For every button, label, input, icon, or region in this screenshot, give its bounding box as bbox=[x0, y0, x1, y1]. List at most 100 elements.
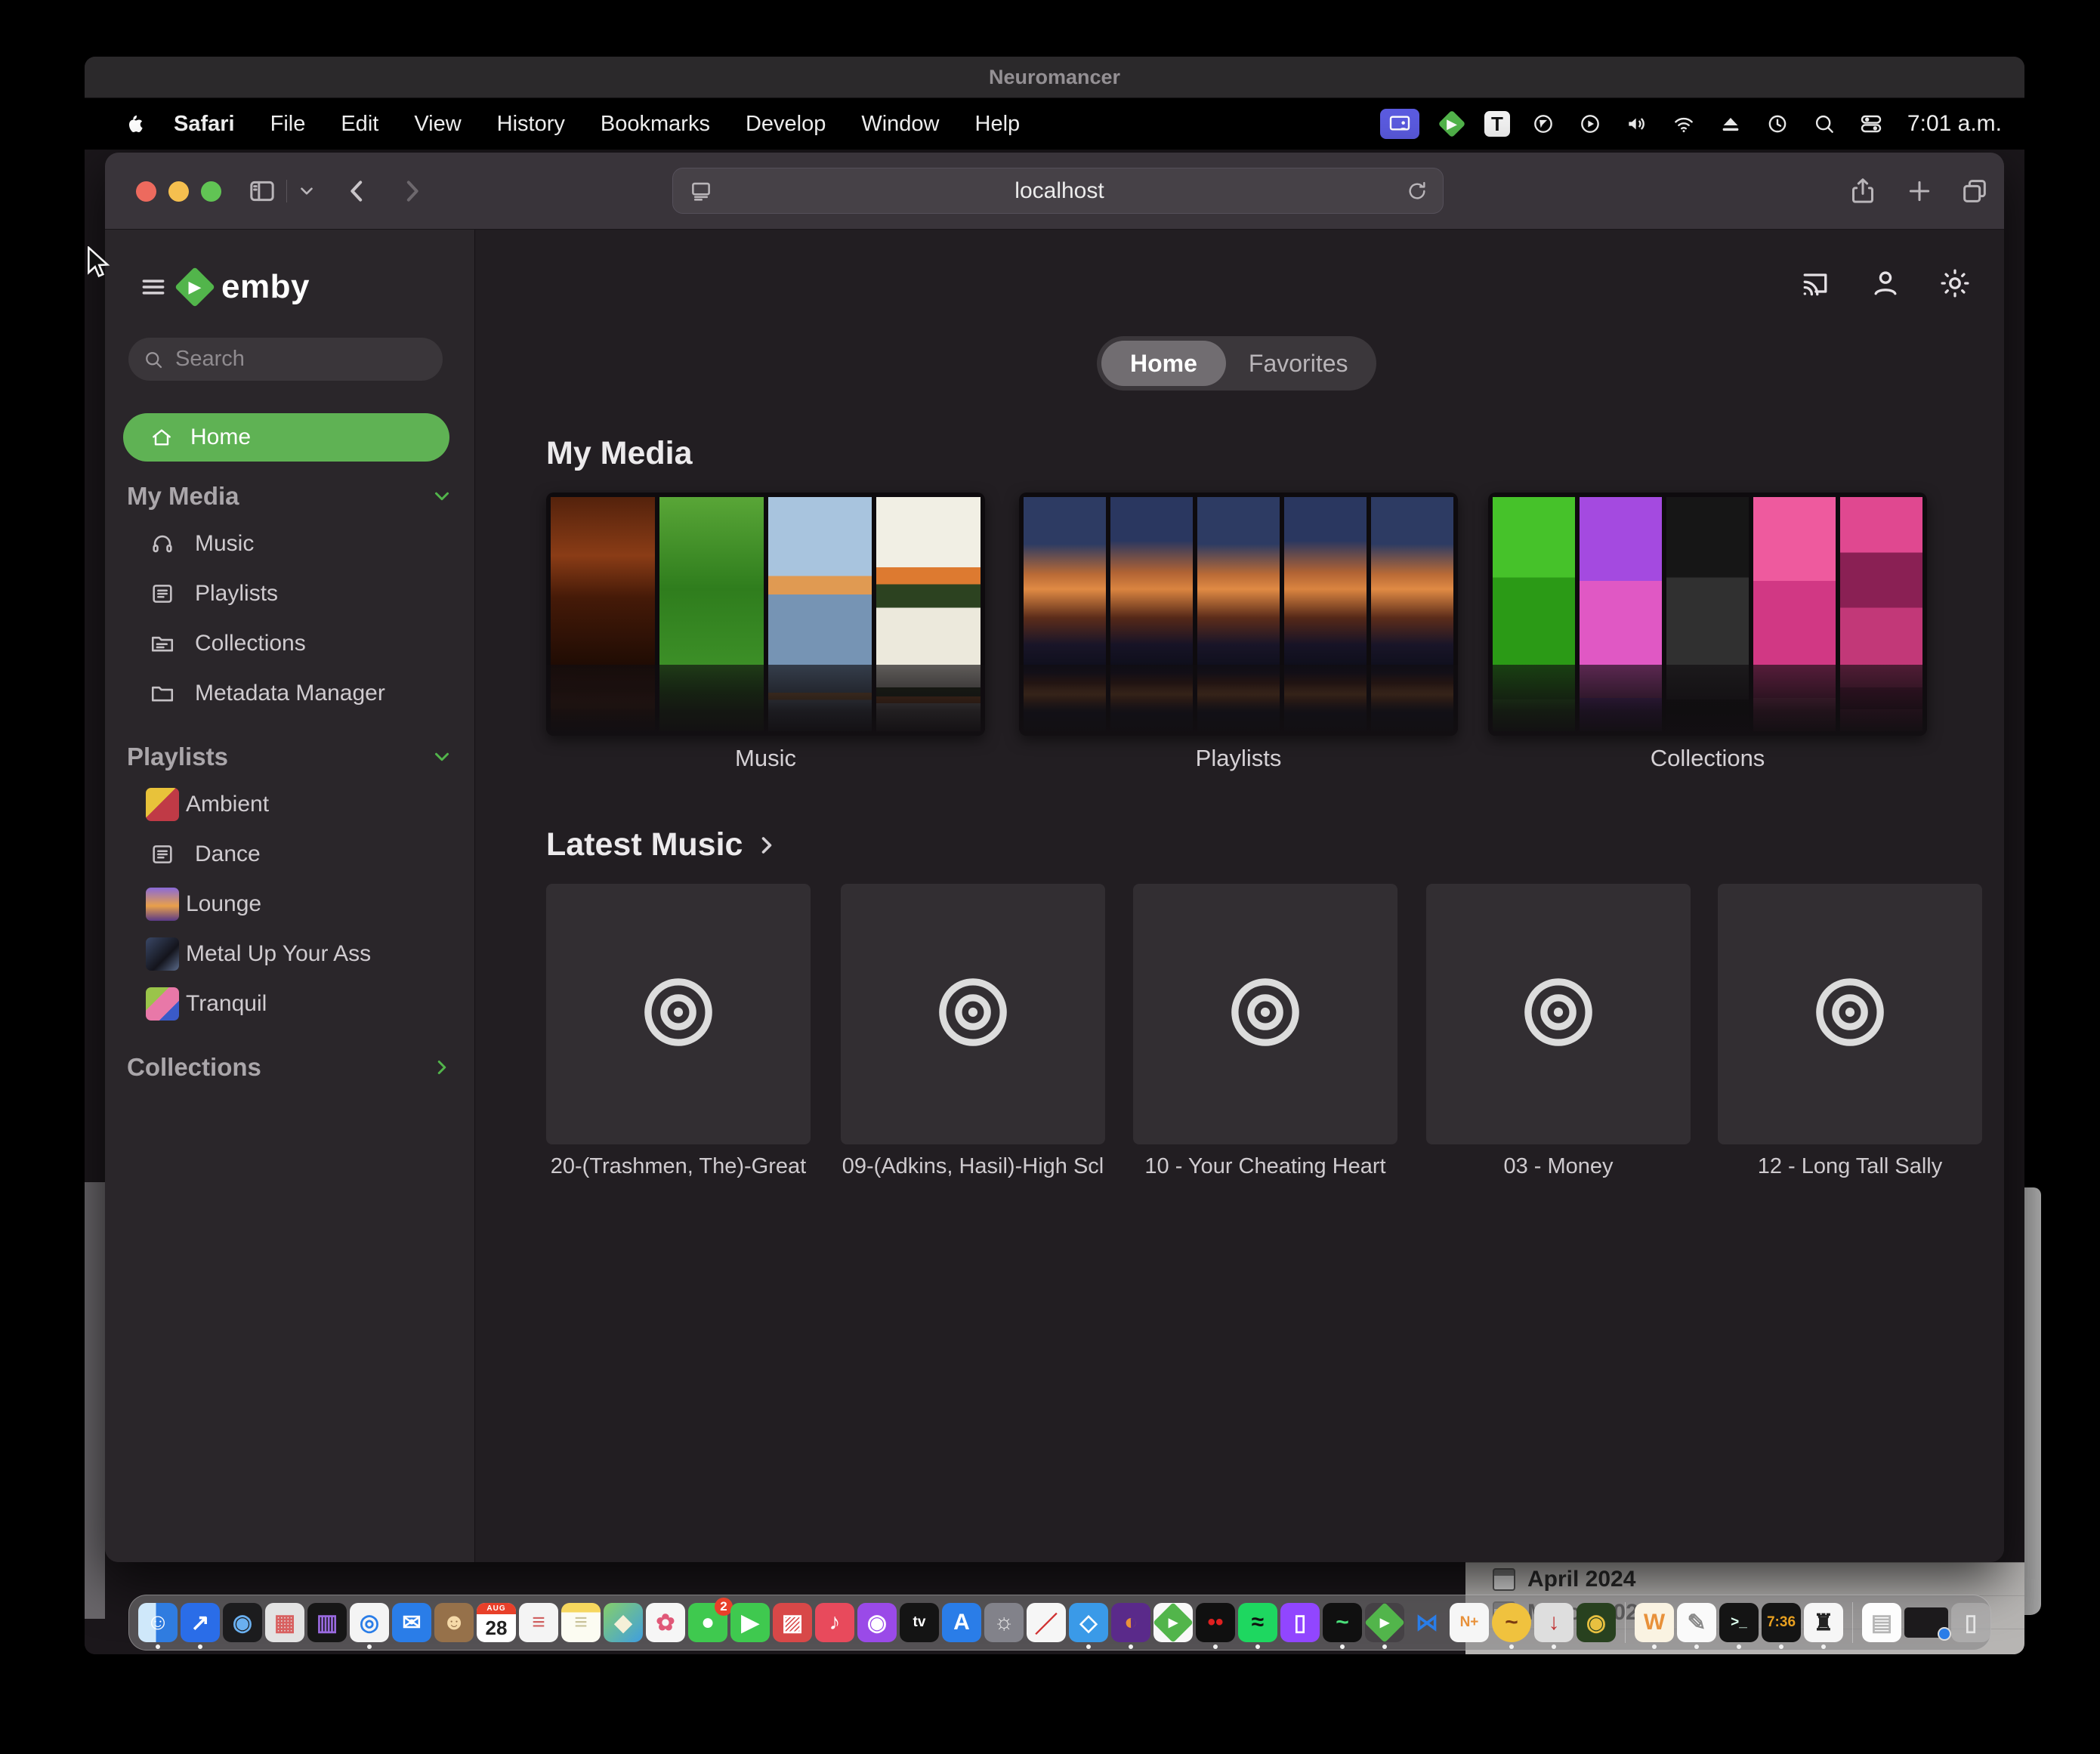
menu-history[interactable]: History bbox=[497, 112, 565, 137]
screen-sharing-icon[interactable] bbox=[1380, 109, 1419, 139]
hamburger-menu-icon[interactable] bbox=[137, 272, 170, 302]
traffic-light-zoom-button[interactable] bbox=[201, 181, 221, 202]
forward-button[interactable] bbox=[395, 174, 428, 208]
address-bar[interactable]: localhost bbox=[672, 168, 1444, 214]
sidebar-toggle-icon[interactable] bbox=[246, 176, 279, 206]
cast-icon[interactable] bbox=[1799, 267, 1835, 303]
player-icon[interactable] bbox=[1577, 110, 1604, 137]
menu-file[interactable]: File bbox=[270, 112, 306, 137]
sidebar-item-metadata-manager[interactable]: Metadata Manager bbox=[127, 675, 453, 712]
dock-n-plus-icon[interactable]: N+ bbox=[1450, 1603, 1489, 1642]
media-card-collections[interactable] bbox=[1488, 493, 1927, 736]
dock-mission-control-icon[interactable]: ▥ bbox=[307, 1603, 347, 1642]
dock-system-settings-icon[interactable]: ☼ bbox=[984, 1603, 1024, 1642]
dock-wavebox-icon[interactable]: W bbox=[1635, 1603, 1674, 1642]
dock-notes-icon[interactable]: ≡ bbox=[561, 1603, 601, 1642]
sidebar-item-home[interactable]: Home bbox=[123, 413, 449, 462]
dock-calendar-icon[interactable]: AUG28 bbox=[477, 1603, 516, 1642]
dock-contacts-icon[interactable]: ☻ bbox=[434, 1603, 474, 1642]
dock-messages-icon[interactable]: ●2 bbox=[688, 1603, 727, 1642]
dock-status-widget-icon[interactable]: 7:36 bbox=[1762, 1603, 1801, 1642]
latest-music-heading[interactable]: Latest Music bbox=[546, 826, 780, 863]
latest-music-tile[interactable] bbox=[1718, 884, 1982, 1144]
sidebar-item-music[interactable]: Music bbox=[127, 525, 453, 563]
sidebar-section-my-media[interactable]: My Media bbox=[127, 480, 453, 513]
dock-reminders-icon[interactable]: ≡ bbox=[519, 1603, 558, 1642]
sidebar-item-metal-up-your-ass[interactable]: Metal Up Your Ass bbox=[127, 935, 453, 973]
time-machine-icon[interactable] bbox=[1764, 110, 1791, 137]
traffic-light-minimize-button[interactable] bbox=[168, 181, 189, 202]
spotlight-icon[interactable] bbox=[1811, 110, 1838, 137]
traffic-light-close-button[interactable] bbox=[136, 181, 156, 202]
textexpander-icon[interactable]: T bbox=[1484, 111, 1510, 137]
latest-music-tile[interactable] bbox=[546, 884, 811, 1144]
dock-podcasts-icon[interactable]: ◉ bbox=[857, 1603, 897, 1642]
dock-freeform-icon[interactable]: ◇ bbox=[1069, 1603, 1108, 1642]
control-center-icon[interactable] bbox=[1858, 110, 1885, 137]
dock-terminal-icon[interactable]: >_ bbox=[1719, 1603, 1759, 1642]
volume-icon[interactable] bbox=[1623, 110, 1651, 137]
dock-document-icon[interactable]: ▤ bbox=[1862, 1603, 1901, 1642]
dock-emby-active-icon[interactable]: ▶ bbox=[1365, 1603, 1404, 1642]
dock-emby-icon[interactable]: ▶ bbox=[1153, 1603, 1193, 1642]
dock-facetime-icon[interactable]: ▶ bbox=[730, 1603, 770, 1642]
dock-tv-icon[interactable]: tv bbox=[900, 1603, 939, 1642]
dock-photo-booth-icon[interactable]: ▨ bbox=[773, 1603, 812, 1642]
dock-launchpad-icon[interactable]: ▦ bbox=[265, 1603, 304, 1642]
menu-window[interactable]: Window bbox=[861, 112, 939, 137]
sidebar-section-collections[interactable]: Collections bbox=[127, 1051, 453, 1084]
dock-siri-icon[interactable]: ◉ bbox=[223, 1603, 262, 1642]
tab-favorites[interactable]: Favorites bbox=[1226, 350, 1371, 378]
dock-bluesky-icon[interactable]: ⋈ bbox=[1407, 1603, 1447, 1642]
menu-safari[interactable]: Safari bbox=[174, 112, 235, 137]
screen-sharing-titlebar[interactable]: Neuromancer bbox=[85, 57, 2024, 98]
reader-icon[interactable] bbox=[688, 178, 714, 204]
dock-mail-icon[interactable]: ✉ bbox=[392, 1603, 431, 1642]
dock-robot-app-icon[interactable]: •• bbox=[1196, 1603, 1235, 1642]
menu-develop[interactable]: Develop bbox=[746, 112, 826, 137]
dock-brain-app-icon[interactable]: ◐ bbox=[1111, 1603, 1150, 1642]
dock-jdownloader-icon[interactable]: ◉ bbox=[1577, 1603, 1616, 1642]
dock-maps-icon[interactable]: ◆ bbox=[604, 1603, 643, 1642]
dock-pen-editor-icon[interactable]: ／ bbox=[1027, 1603, 1066, 1642]
dock-minimized-window-icon[interactable] bbox=[1904, 1607, 1948, 1638]
finder-group-row[interactable]: April 2024 bbox=[1465, 1563, 2024, 1596]
dock-photos-icon[interactable]: ✿ bbox=[646, 1603, 685, 1642]
latest-music-tile[interactable] bbox=[1133, 884, 1397, 1144]
menu-bookmarks[interactable]: Bookmarks bbox=[601, 112, 710, 137]
sidebar-item-lounge[interactable]: Lounge bbox=[127, 885, 453, 923]
dock-textedit-icon[interactable]: ✎ bbox=[1677, 1603, 1716, 1642]
sidebar-item-dance[interactable]: Dance bbox=[127, 835, 453, 873]
dock-dictation-robot-icon[interactable]: ♜ bbox=[1804, 1603, 1843, 1642]
menu-help[interactable]: Help bbox=[975, 112, 1021, 137]
media-card-music[interactable] bbox=[546, 493, 985, 736]
latest-music-tile[interactable] bbox=[1426, 884, 1691, 1144]
menubar-clock[interactable]: 7:01 a.m. bbox=[1907, 111, 2002, 137]
dock-finder-icon[interactable]: ☺ bbox=[138, 1603, 178, 1642]
sidebar-item-playlists[interactable]: Playlists bbox=[127, 575, 453, 613]
dock-spotify-icon[interactable]: ≈ bbox=[1238, 1603, 1277, 1642]
tab-overview-button[interactable] bbox=[1957, 174, 1992, 208]
sidebar-item-collections[interactable]: Collections bbox=[127, 625, 453, 662]
latest-music-tile[interactable] bbox=[841, 884, 1105, 1144]
eject-icon[interactable] bbox=[1717, 110, 1744, 137]
dock-download-app-icon[interactable]: ↓ bbox=[1534, 1603, 1573, 1642]
refresh-icon[interactable] bbox=[1405, 179, 1429, 203]
dock-safari-icon[interactable]: ◎ bbox=[350, 1603, 389, 1642]
dock-maps-guidance-icon[interactable]: ↗ bbox=[181, 1603, 220, 1642]
sidebar-chevron-down-icon[interactable] bbox=[295, 181, 318, 201]
location-icon[interactable] bbox=[1530, 110, 1557, 137]
dock-trash-icon[interactable]: ▯ bbox=[1951, 1603, 1990, 1642]
dock-audio-hijack-icon[interactable]: ~ bbox=[1492, 1603, 1531, 1642]
settings-gear-icon[interactable] bbox=[1938, 267, 1975, 303]
menu-view[interactable]: View bbox=[414, 112, 461, 137]
tab-home[interactable]: Home bbox=[1101, 341, 1226, 386]
dock-app-store-icon[interactable]: A bbox=[942, 1603, 981, 1642]
back-button[interactable] bbox=[341, 174, 374, 208]
sidebar-item-tranquil[interactable]: Tranquil bbox=[127, 985, 453, 1023]
new-tab-button[interactable] bbox=[1903, 174, 1936, 208]
sidebar-item-ambient[interactable]: Ambient bbox=[127, 786, 453, 823]
menu-edit[interactable]: Edit bbox=[341, 112, 378, 137]
user-icon[interactable] bbox=[1869, 267, 1905, 303]
wifi-icon[interactable] bbox=[1670, 110, 1697, 137]
